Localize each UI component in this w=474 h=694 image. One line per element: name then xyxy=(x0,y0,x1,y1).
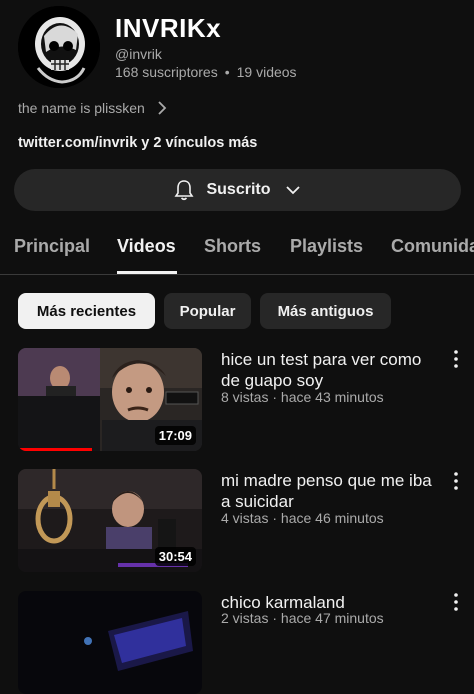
video-meta: 2 vistas · hace 47 minutos xyxy=(221,610,384,626)
video-count: 19 videos xyxy=(236,64,297,80)
channel-handle: @invrik xyxy=(115,46,162,62)
video-thumbnail[interactable] xyxy=(18,591,202,694)
tab-videos[interactable]: Videos xyxy=(117,236,176,257)
video-meta: 8 vistas · hace 43 minutos xyxy=(221,389,384,405)
filter-chip-popular[interactable]: Popular xyxy=(164,293,251,329)
video-duration: 17:09 xyxy=(154,426,196,445)
video-meta: 4 vistas · hace 46 minutos xyxy=(221,510,384,526)
video-thumbnail[interactable]: 30:54 xyxy=(18,469,202,572)
channel-tabs: Principal Videos Shorts Playlists Comuni… xyxy=(0,228,474,275)
more-options-icon[interactable] xyxy=(448,350,464,370)
avatar-skull-image xyxy=(18,6,100,88)
more-options-icon[interactable] xyxy=(448,472,464,492)
stats-separator: • xyxy=(224,64,230,80)
active-tab-indicator xyxy=(117,271,177,274)
thumbnail-image xyxy=(18,591,202,694)
tab-playlists[interactable]: Playlists xyxy=(290,236,363,257)
channel-stats: 168 suscriptores • 19 videos xyxy=(115,64,297,80)
channel-avatar[interactable] xyxy=(18,6,100,88)
channel-description[interactable]: the name is plissken xyxy=(18,100,167,116)
video-title[interactable]: mi madre penso que me iba a suicidar xyxy=(221,470,441,512)
subscriber-count: 168 suscriptores xyxy=(115,64,218,80)
tab-principal[interactable]: Principal xyxy=(14,236,90,257)
filter-chip-oldest[interactable]: Más antiguos xyxy=(260,293,391,329)
subscribed-label: Suscrito xyxy=(206,181,271,198)
video-duration: 30:54 xyxy=(154,547,196,566)
bell-icon xyxy=(174,180,194,201)
chevron-right-icon xyxy=(158,101,167,115)
video-thumbnail[interactable]: 17:09 xyxy=(18,348,202,451)
description-text: the name is plissken xyxy=(18,100,145,116)
tab-comunidad[interactable]: Comunidad xyxy=(391,236,474,257)
chevron-down-icon xyxy=(285,186,300,195)
filter-chip-recent[interactable]: Más recientes xyxy=(18,293,155,329)
subscribed-button[interactable]: Suscrito xyxy=(14,169,461,211)
video-title[interactable]: hice un test para ver como de guapo soy xyxy=(221,349,441,391)
more-options-icon[interactable] xyxy=(448,593,464,613)
channel-name: INVRIKx xyxy=(115,13,222,43)
tab-shorts[interactable]: Shorts xyxy=(204,236,261,257)
channel-links[interactable]: twitter.com/invrik y 2 vínculos más xyxy=(18,135,257,151)
watch-progress-bar xyxy=(18,448,92,451)
